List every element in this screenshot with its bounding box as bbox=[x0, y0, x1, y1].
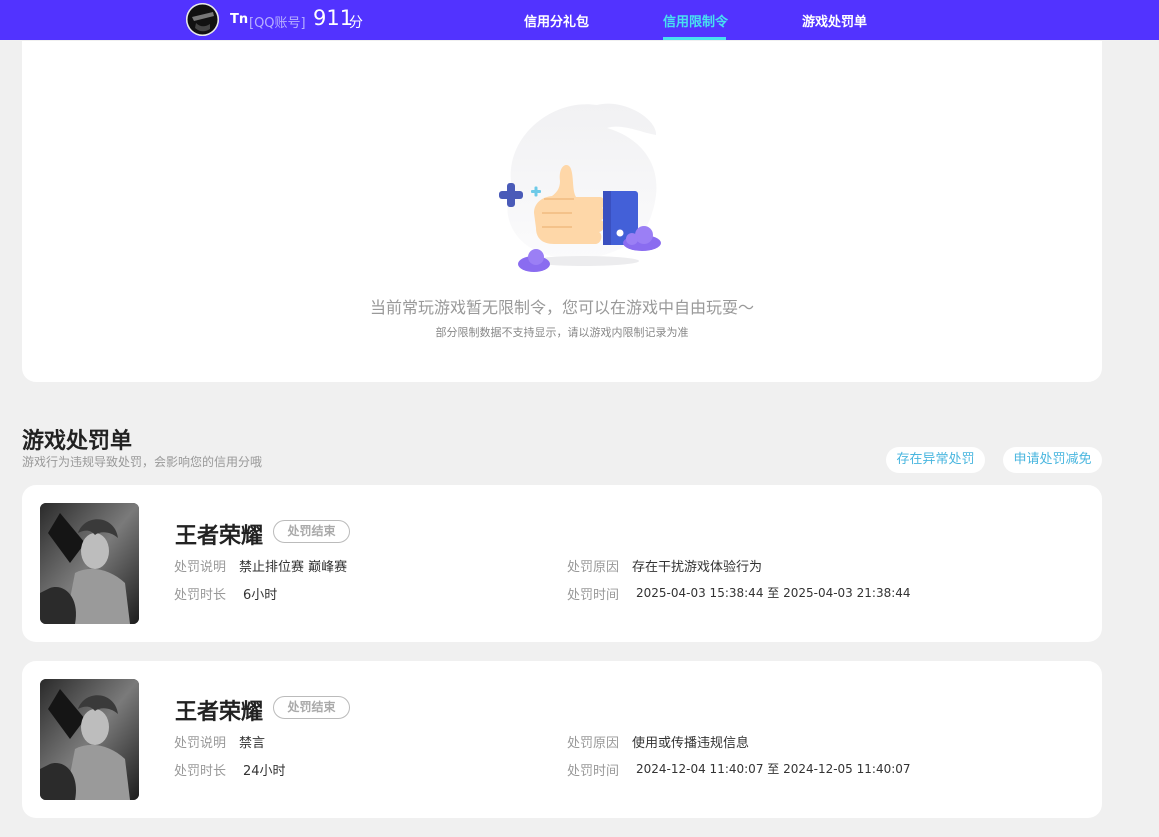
credit-score-unit: 分 bbox=[349, 15, 363, 31]
penalty-description-label: 处罚说明 bbox=[174, 560, 227, 575]
user-avatar[interactable] bbox=[186, 3, 219, 36]
game-cover-image bbox=[40, 679, 139, 800]
report-abnormal-penalty-button[interactable]: 存在异常处罚 bbox=[886, 447, 985, 473]
empty-state-message: 当前常玩游戏暂无限制令，您可以在游戏中自由玩耍～ bbox=[369, 298, 754, 317]
penalty-description-label: 处罚说明 bbox=[174, 736, 227, 751]
tab-credit-restriction[interactable]: 信用限制令 bbox=[663, 11, 728, 30]
penalty-reason-label: 处罚原因 bbox=[567, 560, 620, 575]
penalty-status-badge: 处罚结束 bbox=[273, 696, 350, 719]
penalty-description-value: 禁止排位赛 巅峰赛 bbox=[239, 560, 348, 575]
penalty-time-value: 2024-12-04 11:40:07 至 2024-12-05 11:40:0… bbox=[636, 762, 911, 776]
game-name: 王者荣耀 bbox=[175, 524, 264, 549]
account-type-tag: [QQ账号] bbox=[249, 16, 306, 31]
penalty-card: 王者荣耀 处罚结束 处罚说明 禁止排位赛 巅峰赛 处罚时长 6小时 处罚原因 存… bbox=[22, 485, 1102, 642]
penalty-duration-label: 处罚时长 bbox=[174, 764, 227, 779]
active-tab-indicator bbox=[663, 37, 726, 40]
penalty-duration-label: 处罚时长 bbox=[174, 588, 227, 603]
game-cover-image bbox=[40, 503, 139, 624]
tab-game-penalty[interactable]: 游戏处罚单 bbox=[802, 11, 867, 30]
tab-credit-gift[interactable]: 信用分礼包 bbox=[524, 11, 589, 30]
empty-state-note: 部分限制数据不支持显示，请以游戏内限制记录为准 bbox=[435, 326, 689, 339]
penalty-reason-label: 处罚原因 bbox=[567, 736, 620, 751]
username: Tn bbox=[230, 12, 249, 27]
penalty-description-value: 禁言 bbox=[239, 736, 266, 751]
penalty-status-badge: 处罚结束 bbox=[273, 520, 350, 543]
penalty-reason-value: 使用或传播违规信息 bbox=[632, 736, 750, 751]
penalty-time-label: 处罚时间 bbox=[567, 764, 620, 779]
credit-score: 911 bbox=[313, 6, 354, 30]
penalty-time-value: 2025-04-03 15:38:44 至 2025-04-03 21:38:4… bbox=[636, 586, 911, 600]
penalty-time-label: 处罚时间 bbox=[567, 588, 620, 603]
apply-penalty-reduction-button[interactable]: 申请处罚减免 bbox=[1003, 447, 1102, 473]
restriction-empty-card: 当前常玩游戏暂无限制令，您可以在游戏中自由玩耍～ 部分限制数据不支持显示，请以游… bbox=[22, 41, 1102, 382]
section-subtitle: 游戏行为违规导致处罚，会影响您的信用分哦 bbox=[22, 455, 263, 469]
penalty-reason-value: 存在干扰游戏体验行为 bbox=[632, 560, 763, 575]
thumbs-up-illustration bbox=[472, 93, 692, 273]
penalty-duration-value: 24小时 bbox=[243, 764, 286, 779]
penalty-duration-value: 6小时 bbox=[243, 588, 278, 603]
penalty-card: 王者荣耀 处罚结束 处罚说明 禁言 处罚时长 24小时 处罚原因 使用或传播违规… bbox=[22, 661, 1102, 818]
top-bar: Tn [QQ账号] 911 分 信用分礼包 信用限制令 游戏处罚单 bbox=[0, 0, 1159, 40]
section-title: 游戏处罚单 bbox=[22, 429, 133, 454]
avatar-image bbox=[186, 3, 219, 36]
game-name: 王者荣耀 bbox=[175, 700, 264, 725]
